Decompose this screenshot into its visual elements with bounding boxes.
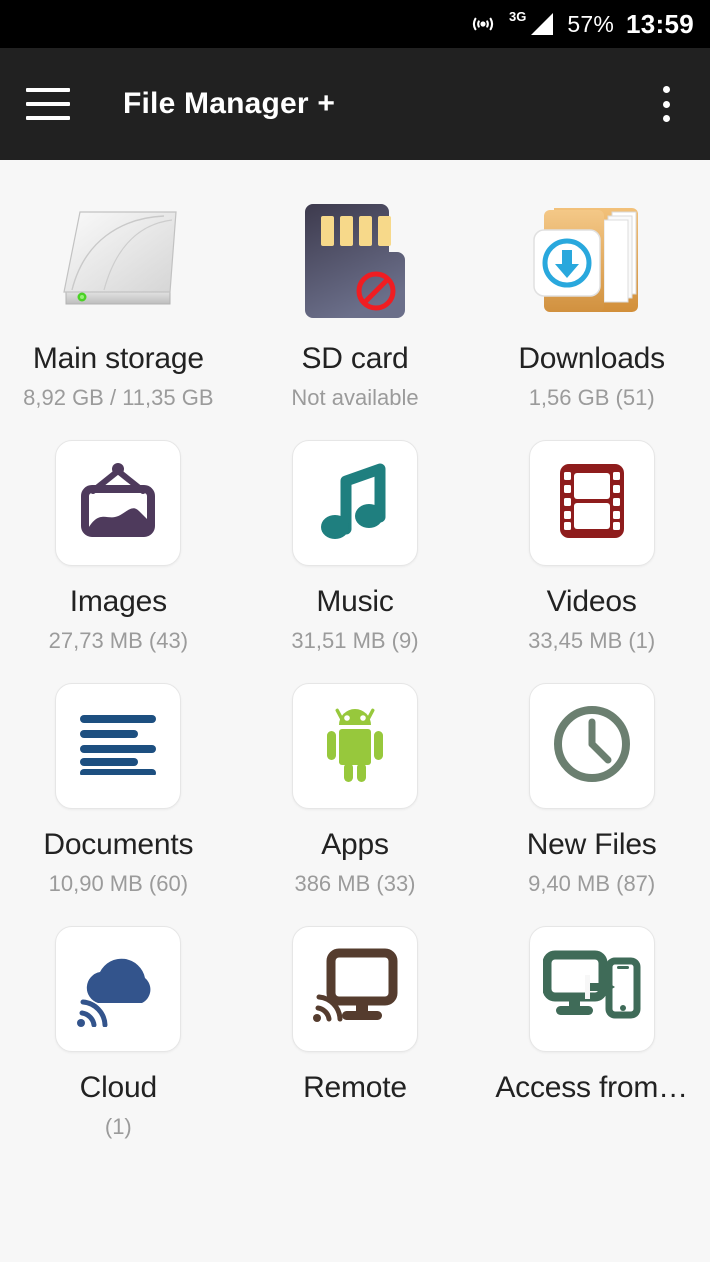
tile-label: Images	[69, 585, 167, 618]
tile-card	[55, 440, 182, 566]
tile-card	[528, 683, 655, 809]
tile-downloads[interactable]: Downloads 1,56 GB (51)	[473, 172, 710, 415]
tile-card	[55, 683, 182, 809]
hamburger-menu-icon[interactable]	[26, 88, 70, 120]
overflow-menu-icon[interactable]	[648, 82, 684, 126]
document-lines-icon	[78, 713, 158, 780]
tile-label: Music	[316, 585, 394, 618]
tile-label: Cloud	[79, 1071, 158, 1104]
page-title: File Manager +	[123, 87, 336, 120]
tile-card	[528, 926, 655, 1052]
tile-label: New Files	[526, 828, 657, 861]
tile-card	[291, 440, 418, 566]
tile-documents[interactable]: Documents 10,90 MB (60)	[0, 658, 237, 901]
cloud-wifi-icon	[72, 947, 164, 1032]
download-folder-icon	[526, 194, 658, 326]
film-strip-icon	[556, 460, 628, 547]
tile-label: SD card	[301, 342, 409, 375]
tile-label: Main storage	[32, 342, 204, 375]
tile-subtitle: 386 MB (33)	[294, 871, 416, 896]
picture-frame-icon	[75, 461, 161, 546]
tile-label: Documents	[43, 828, 194, 861]
tile-remote[interactable]: Remote	[237, 901, 474, 1144]
tile-subtitle: (1)	[104, 1114, 132, 1139]
sd-card-icon	[295, 194, 415, 326]
svg-text:3G: 3G	[509, 9, 526, 24]
tile-main-storage[interactable]: Main storage 8,92 GB / 11,35 GB	[0, 172, 237, 415]
music-note-icon	[316, 459, 394, 548]
tile-subtitle: Not available	[291, 385, 419, 410]
storage-category-grid: Main storage 8,92 GB / 11,35 GB SD card …	[0, 160, 710, 1144]
tile-access-from[interactable]: Access from…	[473, 901, 710, 1144]
tile-apps[interactable]: Apps 386 MB (33)	[237, 658, 474, 901]
tile-subtitle: 9,40 MB (87)	[528, 871, 656, 896]
hard-drive-icon	[44, 194, 192, 326]
tile-subtitle: 27,73 MB (43)	[48, 628, 189, 653]
app-toolbar: File Manager +	[0, 48, 710, 160]
tile-new-files[interactable]: New Files 9,40 MB (87)	[473, 658, 710, 901]
tile-subtitle: 31,51 MB (9)	[291, 628, 419, 653]
monitor-wifi-icon	[309, 945, 401, 1034]
tile-images[interactable]: Images 27,73 MB (43)	[0, 415, 237, 658]
tile-sd-card[interactable]: SD card Not available	[237, 172, 474, 415]
tile-subtitle: 33,45 MB (1)	[528, 628, 656, 653]
signal-strength-icon: 3G	[509, 9, 555, 39]
clock-time: 13:59	[626, 8, 694, 39]
android-robot-icon	[315, 703, 395, 790]
tile-card	[291, 683, 418, 809]
clock-icon	[550, 702, 634, 791]
tile-label: Remote	[303, 1071, 407, 1104]
tile-label: Downloads	[518, 342, 665, 375]
status-bar: 3G 57% 13:59	[0, 0, 710, 48]
tile-card	[528, 440, 655, 566]
tile-subtitle: 8,92 GB / 11,35 GB	[23, 385, 214, 410]
tile-subtitle: 10,90 MB (60)	[48, 871, 189, 896]
monitor-to-phone-icon	[542, 947, 641, 1032]
tile-label: Access from…	[495, 1071, 688, 1104]
tile-label: Apps	[321, 828, 389, 861]
battery-percentage: 57%	[567, 10, 614, 37]
tile-card	[291, 926, 418, 1052]
hotspot-icon	[469, 10, 497, 38]
tile-videos[interactable]: Videos 33,45 MB (1)	[473, 415, 710, 658]
tile-card	[55, 926, 182, 1052]
tile-cloud[interactable]: Cloud (1)	[0, 901, 237, 1144]
tile-subtitle: 1,56 GB (51)	[528, 385, 655, 410]
tile-music[interactable]: Music 31,51 MB (9)	[237, 415, 474, 658]
tile-label: Videos	[546, 585, 637, 618]
